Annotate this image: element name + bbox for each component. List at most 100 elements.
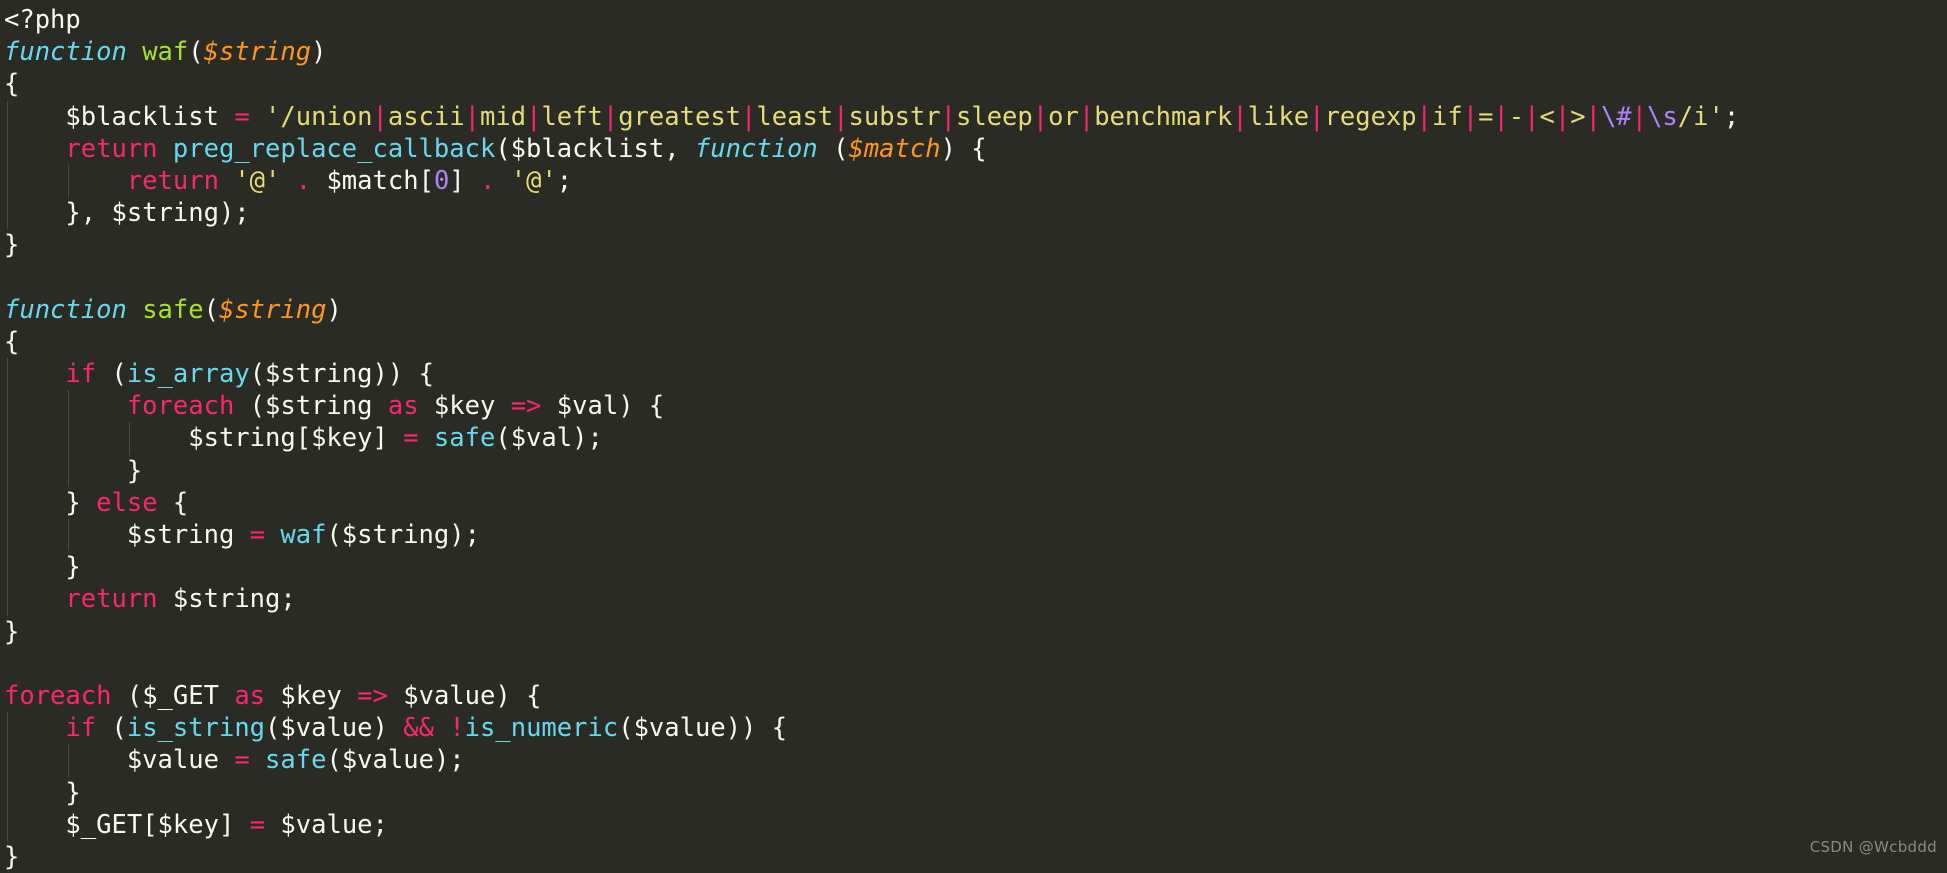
token-regex-pipe: | <box>833 101 849 132</box>
indent-guide <box>7 358 8 391</box>
code-line: $value = safe($value); <box>4 744 1947 777</box>
token-comma: , <box>664 133 695 164</box>
token-paren-open: ( <box>495 423 511 454</box>
token-var-string: $string <box>111 198 219 229</box>
indent-guide <box>68 454 69 487</box>
token-paren-open: ( <box>126 680 143 711</box>
token-brace-close: } <box>4 616 20 647</box>
token-regex-substr: substr <box>848 101 941 132</box>
token-param-match: $match <box>848 133 941 164</box>
token-regex-or: or <box>1048 101 1079 132</box>
token-paren-close: ) <box>326 294 342 325</box>
code-line: } <box>4 616 1947 648</box>
token-brace-close: } <box>4 841 20 872</box>
token-regex-lt: < <box>1539 101 1555 132</box>
token-keyword-function: function <box>694 133 818 164</box>
code-line: function safe($string) <box>4 294 1947 326</box>
token-paren-close: ) { <box>618 391 665 422</box>
token-operator-assign: = <box>234 745 250 776</box>
token-regex-like: like <box>1247 101 1310 132</box>
token-call-is-numeric: is_numeric <box>464 713 619 744</box>
token-regex-gt: > <box>1570 101 1586 132</box>
indent-guide <box>7 164 8 198</box>
indent-guide <box>7 712 8 745</box>
code-line: function waf($string) <box>4 36 1947 68</box>
token-brace-open: { <box>4 326 20 357</box>
token-operator-not: ! <box>449 713 465 744</box>
code-line: return '@' . $match[0] . '@'; <box>4 164 1947 198</box>
token-bracket-close: ] <box>449 165 465 196</box>
token-keyword-foreach: foreach <box>126 391 235 422</box>
token-bracket-open: [ <box>418 165 434 196</box>
token-paren-close: ) { <box>495 680 542 711</box>
token-paren-open: ( <box>249 391 266 422</box>
token-var-val: $val <box>510 423 573 454</box>
indent-guide <box>7 519 8 552</box>
token-operator-concat: . <box>480 165 496 196</box>
token-var-blacklist: $blacklist <box>510 133 665 164</box>
token-escape-hash: \# <box>1600 101 1632 132</box>
token-brace-open: { <box>157 487 189 518</box>
token-paren-open: ( <box>326 745 342 776</box>
indent-guide <box>68 744 69 777</box>
token-paren-close: ) <box>372 713 404 744</box>
token-keyword-if: if <box>65 713 97 744</box>
token-bracket-open: [ <box>295 423 312 454</box>
token-paren-open: ( <box>618 713 634 744</box>
token-keyword-return: return <box>65 133 158 164</box>
token-brace-close: }, <box>65 198 112 229</box>
token-var-string: $string <box>126 520 235 550</box>
token-regex-left: left <box>541 101 603 132</box>
code-line: return preg_replace_callback($blacklist,… <box>4 132 1947 165</box>
token-paren-open: ( <box>111 713 127 744</box>
token-regex-pipe: | <box>1462 101 1479 132</box>
token-bracket-close: ] <box>218 809 235 840</box>
token-regex-pipe: | <box>372 101 388 132</box>
token-brace-close: } <box>4 230 20 261</box>
token-regex-pipe: | <box>1493 101 1509 132</box>
token-var-key: $key <box>157 809 219 840</box>
token-var-key: $key <box>311 423 373 454</box>
code-block[interactable]: <?php function waf($string) { $blacklist =… <box>4 4 1947 873</box>
code-line: } <box>4 841 1947 873</box>
token-paren-open: ( <box>326 520 342 550</box>
token-regex-benchmark: benchmark <box>1094 101 1233 132</box>
token-number-zero: 0 <box>433 165 450 196</box>
token-regex-dash: - <box>1508 101 1525 132</box>
token-regex-sleep: sleep <box>956 101 1033 132</box>
token-paren-close: ) { <box>940 133 987 164</box>
token-param-string: $string <box>203 37 312 68</box>
token-operator-assign: = <box>249 809 266 840</box>
token-var-value: $value <box>280 809 373 840</box>
indent-guide <box>68 164 69 198</box>
token-paren-open: ( <box>495 133 511 164</box>
token-var-get: $_GET <box>65 809 143 840</box>
token-regex-ascii: ascii <box>387 101 465 132</box>
indent-guide <box>7 100 8 133</box>
code-line: return $string; <box>4 583 1947 616</box>
token-regex-least: least <box>756 101 834 132</box>
token-operator-and: && <box>403 713 434 744</box>
token-brace-close: } <box>65 777 81 808</box>
indent-guide <box>68 422 69 455</box>
code-editor[interactable]: <?php function waf($string) { $blacklist =… <box>0 0 1947 872</box>
token-regex-if: if <box>1432 101 1463 132</box>
token-bracket-close: ] <box>372 423 388 454</box>
token-php-open-tag: <?php <box>4 5 81 35</box>
token-operator-concat: . <box>295 165 312 196</box>
